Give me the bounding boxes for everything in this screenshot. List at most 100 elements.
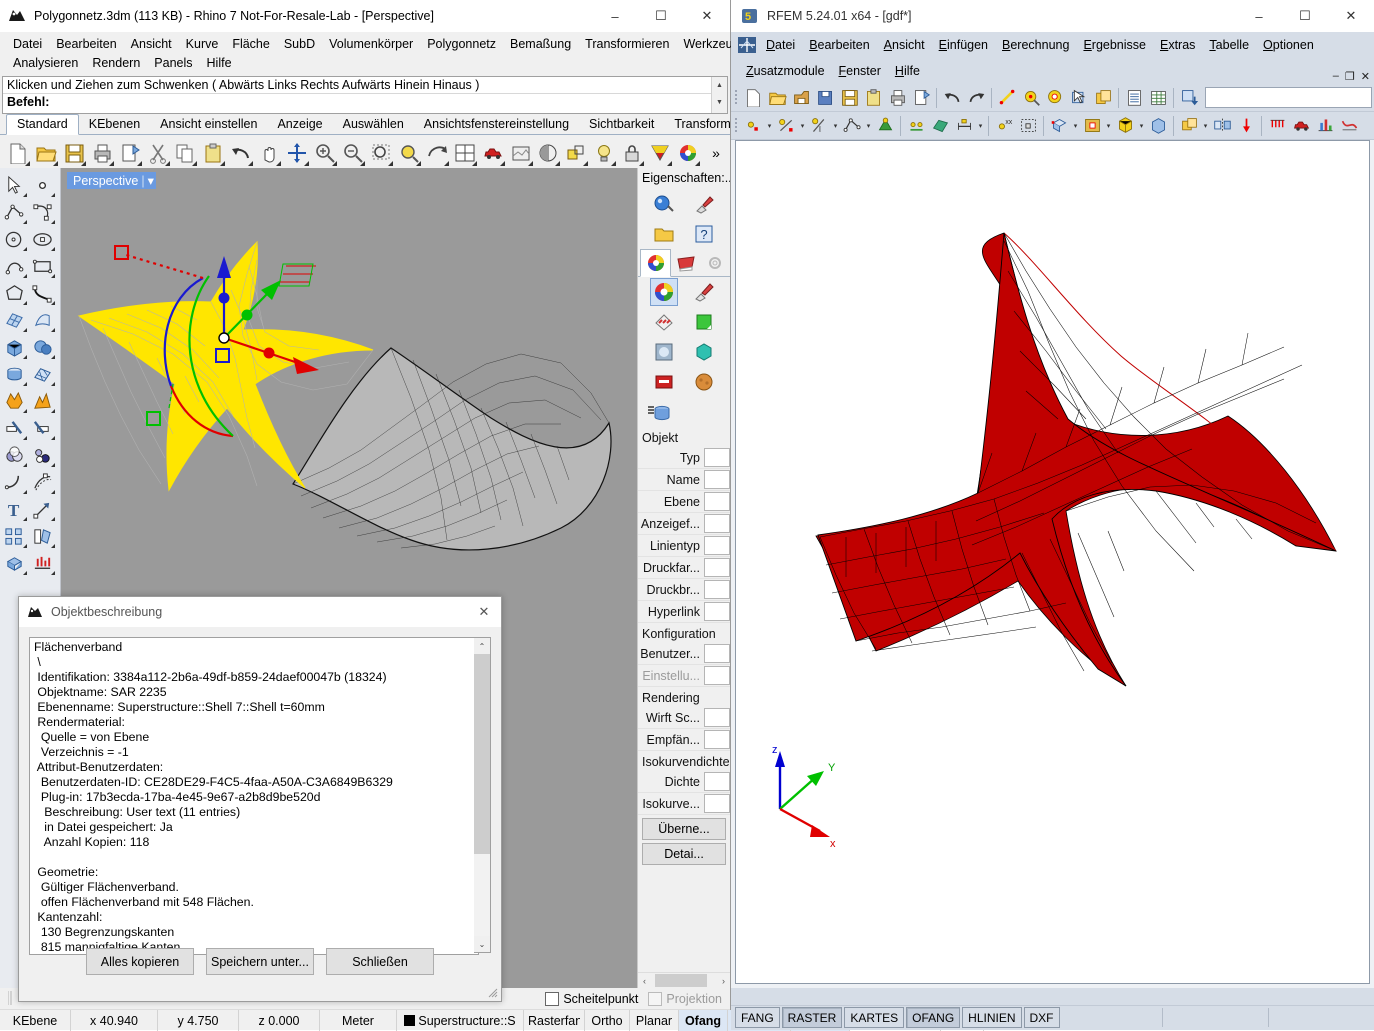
green-surface-icon[interactable] <box>691 309 717 335</box>
text-icon-flyout-arrow[interactable] <box>23 517 27 521</box>
save-as-button[interactable]: Speichern unter... <box>206 948 314 975</box>
toolbar-grip-icon[interactable] <box>734 116 739 136</box>
statusbar-ortho[interactable]: Ortho <box>585 1010 630 1031</box>
rfem-menu-fenster[interactable]: Fenster <box>832 62 888 80</box>
new-file-icon-flyout-arrow[interactable] <box>24 161 30 166</box>
save-icon-flyout-arrow[interactable] <box>80 161 86 166</box>
render-preview-icon-flyout-arrow[interactable] <box>527 161 533 166</box>
rfem-menu-tabelle[interactable]: Tabelle <box>1202 36 1256 54</box>
table-list-icon[interactable] <box>1122 86 1146 110</box>
rfem-menu-bearbeiten[interactable]: Bearbeiten <box>802 36 876 54</box>
nodal-load-icon[interactable] <box>1234 114 1258 138</box>
property-value-field[interactable] <box>704 666 730 685</box>
rhino-menu-subd[interactable]: SubD <box>277 36 322 52</box>
statusbar-units[interactable]: Meter <box>320 1010 397 1031</box>
rfem-status-hlinien[interactable]: HLINIEN <box>962 1007 1022 1028</box>
scale-icon-flyout-arrow[interactable] <box>51 517 55 521</box>
rhino-menu-analysieren[interactable]: Analysieren <box>6 55 85 71</box>
texture-icon[interactable] <box>651 309 677 335</box>
viewport-layout-icon-flyout-arrow[interactable] <box>471 161 477 166</box>
support-icon[interactable] <box>873 114 897 138</box>
trim-icon[interactable] <box>28 415 56 442</box>
zoom-window-icon-flyout-arrow[interactable] <box>387 161 393 166</box>
property-value-field[interactable] <box>704 470 730 489</box>
color-wheel-icon-flyout-arrow[interactable] <box>695 161 701 166</box>
rhino-menu-volumenk-rper[interactable]: Volumenkörper <box>322 36 420 52</box>
toolbar-tab-ansicht-einstellen[interactable]: Ansicht einstellen <box>150 115 267 134</box>
light-bulb-icon[interactable] <box>590 137 618 169</box>
viewport-layout-icon[interactable] <box>451 137 479 169</box>
save-all-icon[interactable] <box>813 86 837 110</box>
zoom-extents-icon-flyout-arrow[interactable] <box>443 161 449 166</box>
shade-icon-flyout-arrow[interactable] <box>555 161 561 166</box>
hscroll-right-icon[interactable]: › <box>717 976 730 986</box>
color-wheel-tab[interactable] <box>640 249 672 277</box>
cut-scissors-icon-flyout-arrow[interactable] <box>164 161 170 166</box>
nodal-support-icon[interactable] <box>904 114 928 138</box>
rfem-system-menu-icon[interactable] <box>735 33 759 57</box>
zoom-dynamic-icon-flyout-arrow[interactable] <box>304 161 310 166</box>
toolbar-tab-anzeige[interactable]: Anzeige <box>267 115 332 134</box>
osnap-projektion[interactable]: Projektion <box>648 991 722 1006</box>
gradient-icon-flyout-arrow[interactable] <box>667 161 673 166</box>
rhino-maximize-button[interactable]: ☐ <box>638 0 684 32</box>
rfem-menu-ergebnisse[interactable]: Ergebnisse <box>1076 36 1153 54</box>
material-brush-icon-2[interactable] <box>691 279 717 305</box>
member-dim-icon[interactable] <box>952 114 976 138</box>
import-icon[interactable] <box>1177 86 1201 110</box>
zoom-extents-icon[interactable] <box>423 137 451 169</box>
deformation-icon[interactable] <box>1337 114 1361 138</box>
boolean-difference-icon[interactable] <box>28 442 56 469</box>
dialog-scroll-thumb[interactable] <box>474 654 490 854</box>
rhino-close-button[interactable]: ✕ <box>684 0 730 32</box>
rhino-command-prompt[interactable]: Befehl: <box>3 94 727 110</box>
standard-toolbar-overflow-icon[interactable]: » <box>702 137 730 169</box>
property-value-field[interactable] <box>704 558 730 577</box>
select-special-icon[interactable] <box>1067 86 1091 110</box>
surface-from-points-icon-flyout-arrow[interactable] <box>23 328 27 332</box>
rhino-menu-datei[interactable]: Datei <box>6 36 49 52</box>
rfem-menu-ansicht[interactable]: Ansicht <box>877 36 932 54</box>
arc-icon[interactable] <box>0 253 28 280</box>
property-value-field[interactable] <box>704 536 730 555</box>
property-value-field[interactable] <box>704 644 730 663</box>
rfem-close-button[interactable]: ✕ <box>1328 0 1374 32</box>
print-icon-flyout-arrow[interactable] <box>108 161 114 166</box>
rfem-minimize-button[interactable]: – <box>1236 0 1282 32</box>
statusbar-planar[interactable]: Planar <box>630 1010 679 1031</box>
rfem-menu-einf-gen[interactable]: Einfügen <box>932 36 995 54</box>
toolbar-tab-ansichtsfenstereinstellung[interactable]: Ansichtsfenstereinstellung <box>414 115 579 134</box>
solid-block-icon[interactable] <box>1146 114 1170 138</box>
dialog-scrollbar[interactable]: ⌃ ⌄ <box>474 637 491 953</box>
sphere-icon[interactable] <box>28 334 56 361</box>
undo-icon[interactable] <box>940 86 964 110</box>
opening-icon[interactable] <box>1080 114 1104 138</box>
mdi-restore-button[interactable]: ❐ <box>1345 70 1355 83</box>
cylinder-icon[interactable] <box>0 361 28 388</box>
object-properties-icon[interactable] <box>651 191 677 217</box>
statusbar-coord-x[interactable]: x 40.940 <box>71 1010 158 1031</box>
clipboard-icon[interactable] <box>861 86 885 110</box>
close-button[interactable]: Schließen <box>326 948 434 975</box>
fillet-icon[interactable] <box>0 469 28 496</box>
nodes-xx-icon[interactable]: xx <box>992 114 1016 138</box>
osnap-scheitelpunkt-checkbox[interactable] <box>545 991 560 1006</box>
light-bulb-icon-flyout-arrow[interactable] <box>611 161 617 166</box>
rhino-menu-bearbeiten[interactable]: Bearbeiten <box>49 36 123 52</box>
rhino-menu-polygonnetz[interactable]: Polygonnetz <box>420 36 503 52</box>
color-wheel-icon[interactable] <box>674 137 702 169</box>
rhino-menu-transformieren[interactable]: Transformieren <box>578 36 676 52</box>
dialog-scroll-up-icon[interactable]: ⌃ <box>474 638 490 654</box>
teal-box-icon[interactable] <box>691 339 717 365</box>
property-value-field[interactable] <box>704 492 730 511</box>
hscroll-thumb[interactable] <box>655 974 707 987</box>
table-grid-icon[interactable] <box>1146 86 1170 110</box>
viewport-dropdown-icon[interactable]: ▾ <box>148 173 154 188</box>
mesh-plane-icon[interactable] <box>28 361 56 388</box>
boolean-intersect-icon-flyout-arrow[interactable] <box>23 463 27 467</box>
surface-extrude-icon[interactable] <box>28 307 56 334</box>
statusbar-osnap[interactable]: Ofang <box>679 1010 728 1031</box>
polyline-icon-dropdown-icon[interactable]: ▾ <box>864 114 873 138</box>
rhino-command-area[interactable]: Klicken und Ziehen zum Schwenken ( Abwär… <box>2 76 728 114</box>
pan-hand-icon[interactable] <box>255 137 283 169</box>
